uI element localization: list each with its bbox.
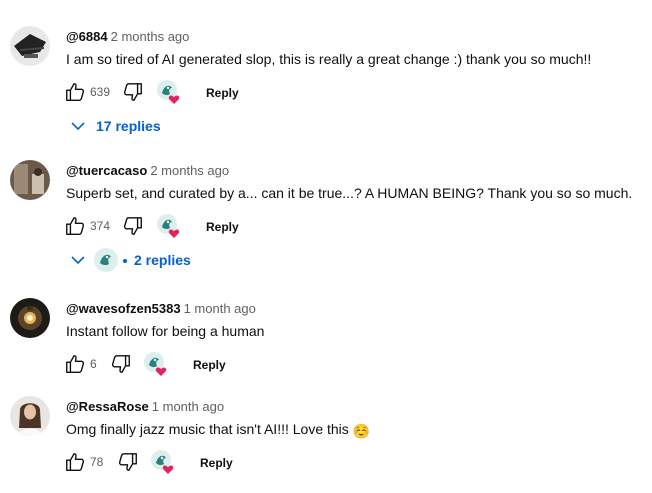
like-count: 78	[90, 455, 104, 469]
creator-heart-icon	[144, 352, 167, 376]
avatar[interactable]	[10, 396, 50, 436]
avatar[interactable]	[10, 160, 50, 200]
replies-count: 17 replies	[96, 118, 161, 134]
like-count: 639	[90, 85, 111, 99]
like-icon	[66, 355, 85, 373]
dislike-icon	[123, 217, 142, 235]
comment-text: Superb set, and curated by a... can it b…	[66, 185, 633, 201]
like-button[interactable]	[64, 451, 86, 473]
comment-author[interactable]: @tuercacaso	[66, 163, 147, 178]
comment-meta: @wavesofzen5383 1 month ago	[66, 301, 256, 316]
chevron-down-icon	[71, 122, 85, 131]
dislike-icon	[111, 355, 130, 373]
like-button[interactable]	[64, 215, 86, 237]
like-icon	[66, 453, 85, 471]
comment-time[interactable]: 2 months ago	[111, 29, 190, 44]
like-icon	[66, 217, 85, 235]
creator-heart-icon	[151, 450, 174, 474]
comment-author[interactable]: @6884	[66, 29, 108, 44]
creator-heart-icon	[157, 214, 180, 238]
creator-heart-badge	[150, 449, 176, 475]
view-replies-button[interactable]: 2 replies	[66, 248, 196, 272]
smiling-emoji: ☺️	[352, 423, 371, 439]
dislike-icon	[118, 453, 137, 471]
reply-button[interactable]: Reply	[200, 456, 233, 470]
comment-text-line: Omg finally jazz music that isn't AI!!! …	[66, 421, 370, 440]
comment-time[interactable]: 1 month ago	[152, 399, 224, 414]
comment-meta: @RessaRose 1 month ago	[66, 399, 224, 414]
reply-button[interactable]: Reply	[206, 220, 239, 234]
avatar[interactable]	[10, 298, 50, 338]
dislike-button[interactable]	[122, 81, 144, 103]
view-replies-button[interactable]: 17 replies	[66, 116, 186, 138]
creator-heart-icon	[157, 80, 180, 104]
reply-button[interactable]: Reply	[206, 86, 239, 100]
like-count: 374	[90, 219, 111, 233]
dislike-icon	[123, 83, 142, 101]
chevron-down-icon	[71, 256, 85, 265]
comment-time[interactable]: 2 months ago	[150, 163, 229, 178]
reply-button[interactable]: Reply	[193, 358, 226, 372]
comment-text: I am so tired of AI generated slop, this…	[66, 51, 592, 67]
creator-heart-badge	[156, 213, 182, 239]
avatar[interactable]	[10, 26, 50, 66]
creator-heart-badge	[143, 351, 169, 377]
replies-count: 2 replies	[134, 252, 191, 268]
creator-heart-badge	[156, 79, 182, 105]
dislike-button[interactable]	[122, 215, 144, 237]
comment-text: Omg finally jazz music that isn't AI!!! …	[66, 421, 349, 437]
like-count: 6	[90, 357, 97, 371]
comment-author[interactable]: @wavesofzen5383	[66, 301, 181, 316]
like-button[interactable]	[64, 353, 86, 375]
like-icon	[66, 83, 85, 101]
like-button[interactable]	[64, 81, 86, 103]
comment-meta: @tuercacaso 2 months ago	[66, 163, 229, 178]
comment-time[interactable]: 1 month ago	[184, 301, 256, 316]
dislike-button[interactable]	[117, 451, 139, 473]
dot-separator	[123, 259, 127, 263]
dislike-button[interactable]	[110, 353, 132, 375]
comment-text: Instant follow for being a human	[66, 323, 265, 339]
comment-author[interactable]: @RessaRose	[66, 399, 149, 414]
comment-meta: @6884 2 months ago	[66, 29, 189, 44]
creator-reply-avatar	[94, 248, 118, 272]
